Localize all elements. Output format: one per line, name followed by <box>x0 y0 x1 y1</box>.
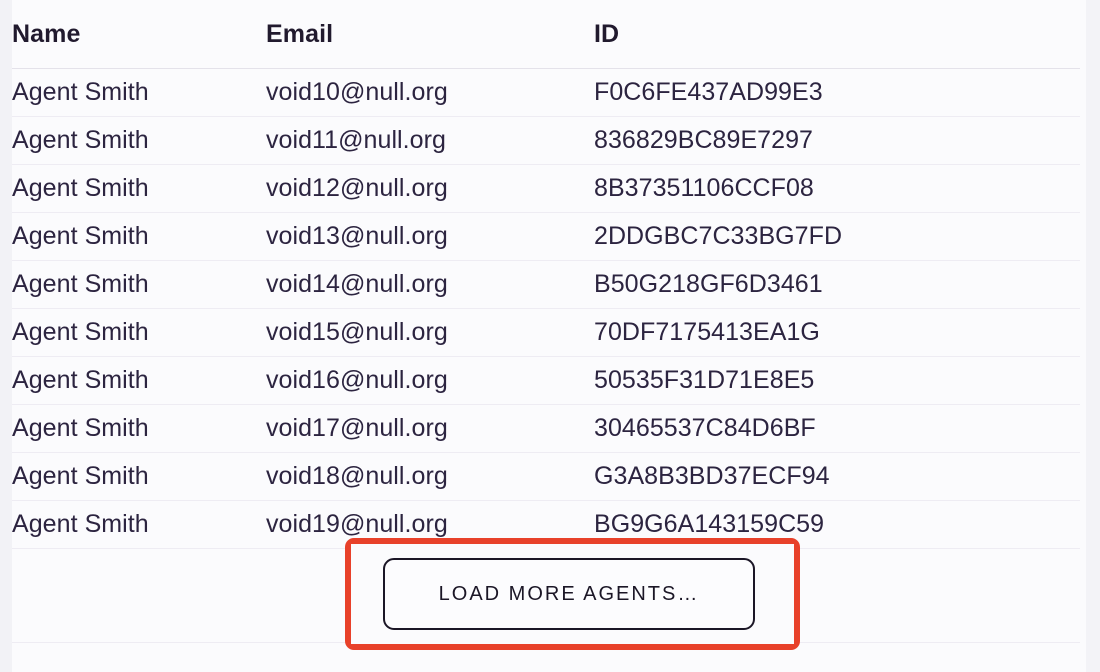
table-row[interactable]: Agent Smith void19@null.org BG9G6A143159C5… <box>12 500 1080 549</box>
column-header-name[interactable]: Name <box>12 0 266 69</box>
table-cell-id: G3A8B3BD37ECF94 <box>594 452 1080 501</box>
table-row[interactable]: Agent Smith void12@null.org 8B37351106CCF0… <box>12 164 1080 213</box>
page-right-margin <box>1086 0 1100 672</box>
agents-table-page: Name Email ID Agent Smith void10@null.org… <box>0 0 1100 672</box>
table-cell-email: void13@null.org <box>266 212 594 261</box>
table-row[interactable]: Agent Smith void17@null.org 30465537C84D6B… <box>12 404 1080 453</box>
table-cell-email: void11@null.org <box>266 116 594 165</box>
table-row[interactable]: Agent Smith void18@null.org G3A8B3BD37ECF9… <box>12 452 1080 501</box>
table-cell-id: 50535F31D71E8E5 <box>594 356 1080 405</box>
table-cell-name: Agent Smith <box>12 212 266 261</box>
table-cell-email: void10@null.org <box>266 68 594 117</box>
column-header-email[interactable]: Email <box>266 0 594 69</box>
table-cell-name: Agent Smith <box>12 308 266 357</box>
column-header-id-label: ID <box>594 19 620 48</box>
table-row[interactable]: Agent Smith void16@null.org 50535F31D71E8E… <box>12 356 1080 405</box>
table-cell-name: Agent Smith <box>12 404 266 453</box>
table-cell-name: Agent Smith <box>12 68 266 117</box>
table-cell-id: 30465537C84D6BF <box>594 404 1080 453</box>
table-cell-email: void17@null.org <box>266 404 594 453</box>
table-footer-divider <box>12 642 1080 643</box>
table-cell-id: 70DF7175413EA1G <box>594 308 1080 357</box>
table-row[interactable]: Agent Smith void15@null.org 70DF7175413EA1… <box>12 308 1080 357</box>
table-cell-name: Agent Smith <box>12 500 266 549</box>
table-cell-email: void16@null.org <box>266 356 594 405</box>
table-cell-email: void18@null.org <box>266 452 594 501</box>
page-left-margin <box>0 0 12 672</box>
table-header-row: Name Email ID <box>12 0 1080 69</box>
table-cell-name: Agent Smith <box>12 260 266 309</box>
agents-table: Name Email ID Agent Smith void10@null.org… <box>12 0 1080 549</box>
table-cell-id: F0C6FE437AD99E3 <box>594 68 1080 117</box>
column-header-email-label: Email <box>266 19 334 48</box>
table-cell-email: void19@null.org <box>266 500 594 549</box>
table-row[interactable]: Agent Smith void11@null.org 836829BC89E729… <box>12 116 1080 165</box>
table-cell-name: Agent Smith <box>12 452 266 501</box>
table-cell-id: 836829BC89E7297 <box>594 116 1080 165</box>
table-cell-email: void15@null.org <box>266 308 594 357</box>
table-row[interactable]: Agent Smith void14@null.org B50G218GF6D346… <box>12 260 1080 309</box>
table-cell-name: Agent Smith <box>12 164 266 213</box>
table-cell-email: void12@null.org <box>266 164 594 213</box>
column-header-name-label: Name <box>12 19 81 48</box>
table-cell-name: Agent Smith <box>12 116 266 165</box>
load-more-agents-button[interactable]: LOAD MORE AGENTS… <box>383 558 755 630</box>
table-cell-id: 8B37351106CCF08 <box>594 164 1080 213</box>
column-header-id[interactable]: ID <box>594 0 1080 69</box>
table-cell-id: B50G218GF6D3461 <box>594 260 1080 309</box>
table-cell-email: void14@null.org <box>266 260 594 309</box>
table-header: Name Email ID <box>12 0 1080 69</box>
table-cell-id: BG9G6A143159C59 <box>594 500 1080 549</box>
table-body: Agent Smith void10@null.org F0C6FE437AD99E… <box>12 68 1080 549</box>
table-row[interactable]: Agent Smith void13@null.org 2DDGBC7C33BG7F… <box>12 212 1080 261</box>
table-cell-name: Agent Smith <box>12 356 266 405</box>
table-row[interactable]: Agent Smith void10@null.org F0C6FE437AD99E… <box>12 68 1080 117</box>
table-cell-id: 2DDGBC7C33BG7FD <box>594 212 1080 261</box>
